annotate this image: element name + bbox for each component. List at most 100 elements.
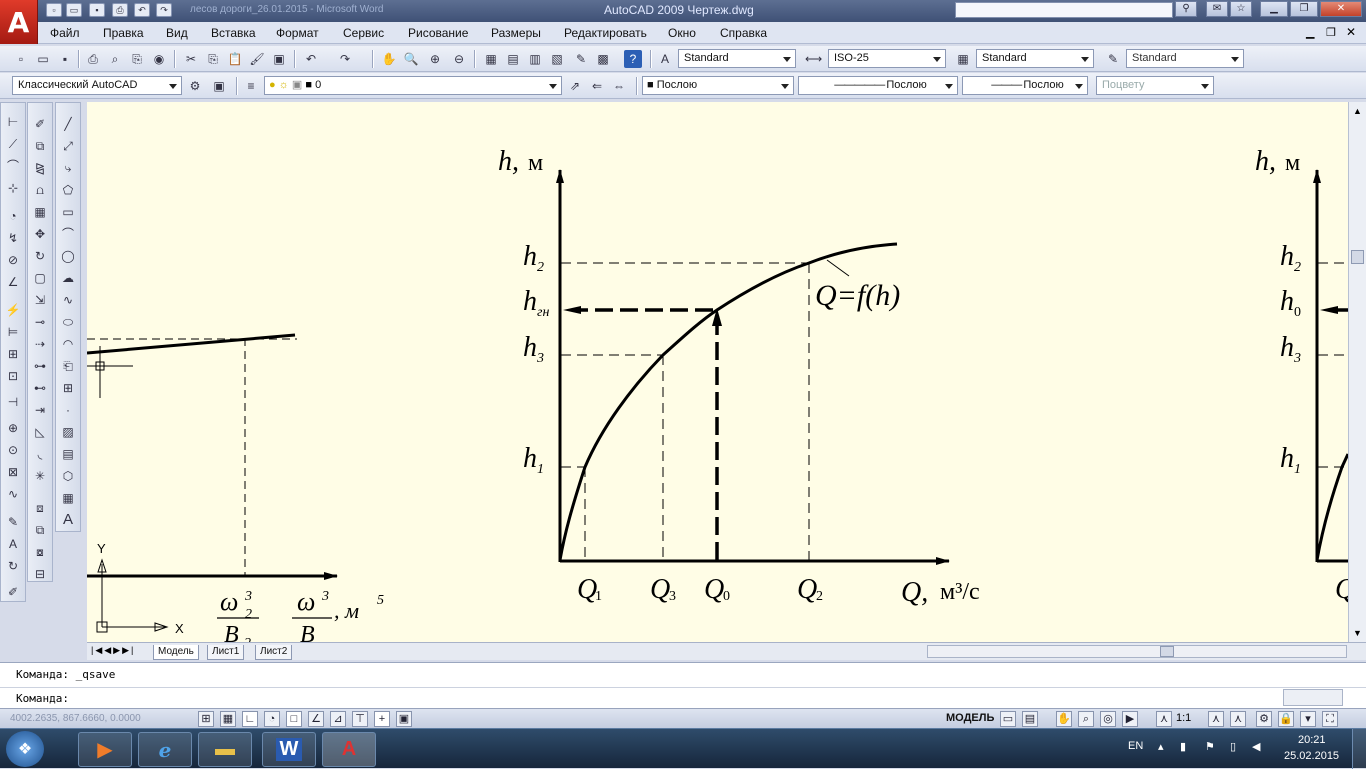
grid-toggle[interactable]: ▦ [220,711,236,727]
bring-front-icon[interactable]: ⧉ [31,521,49,539]
internet-explorer-task[interactable]: e [138,732,192,767]
make-current-layer-icon[interactable]: ⇗ [566,77,584,95]
ordinate-dim-icon[interactable]: ⊹ [4,179,22,197]
layer-previous-icon[interactable]: ⇐ [588,77,606,95]
ellipse-icon[interactable]: ⬭ [59,313,77,331]
polygon-icon[interactable]: ⬠ [59,181,77,199]
lineweight-select[interactable]: ——— Послою [962,76,1088,95]
tab-model[interactable]: Модель [153,645,199,660]
extend-icon[interactable]: ⇢ [31,335,49,353]
match-properties-icon[interactable]: 🖌 [248,50,266,68]
menu-modify[interactable]: Редактировать [564,26,647,40]
dim-break-icon[interactable]: ⊣ [4,393,22,411]
polyline-icon[interactable]: ⤷ [59,159,77,177]
application-menu-button[interactable]: A [0,0,38,44]
quick-view-layouts-icon[interactable]: ▭ [1000,711,1016,727]
insert-block-icon[interactable]: ⎗ [59,357,77,375]
line-icon[interactable]: ╱ [59,115,77,133]
pan-icon[interactable]: ✋ [380,50,398,68]
mirror-icon[interactable]: ⧎ [31,159,49,177]
infocenter-search-input[interactable] [955,2,1173,18]
vertical-scroll-thumb[interactable] [1351,250,1364,264]
tool-palettes-icon[interactable]: ▥ [526,50,544,68]
jogged-dim-icon[interactable]: ↯ [4,229,22,247]
make-block-icon[interactable]: ⊞ [59,379,77,397]
menu-dimension[interactable]: Размеры [491,26,541,40]
polar-toggle[interactable]: ◔ [264,711,280,727]
zoom-status-icon[interactable]: ⌕ [1078,711,1094,727]
showmotion-icon[interactable]: ▶ [1122,711,1138,727]
language-indicator[interactable]: EN [1128,740,1143,752]
quick-dim-icon[interactable]: ⚡ [4,301,22,319]
drawing-canvas[interactable]: Y X ω 3 2 B 2 ω 3 B , м 5 h, м Q, м³/с [87,102,1348,642]
markup-icon[interactable]: ✎ [572,50,590,68]
offset-icon[interactable]: ⩍ [31,181,49,199]
favorites-star-icon[interactable]: ☆ [1230,1,1252,17]
inspection-icon[interactable]: ⊠ [4,463,22,481]
help-icon[interactable]: ? [624,50,642,68]
radius-dim-icon[interactable]: ◔ [4,207,22,225]
dim-edit-icon[interactable]: ✎ [4,513,22,531]
command-input[interactable] [84,689,1280,706]
design-center-icon[interactable]: ▤ [504,50,522,68]
text-style-icon[interactable]: A [656,50,674,68]
table-icon[interactable]: ▦ [59,489,77,507]
network-icon[interactable]: ▮ [1180,740,1186,753]
linear-dim-icon[interactable]: ⊢ [4,113,22,131]
status-tray-icon[interactable]: ▾ [1300,711,1316,727]
space-indicator[interactable]: МОДЕЛЬ [946,712,994,724]
quickcalc-icon[interactable]: ▩ [594,50,612,68]
tab-layout2[interactable]: Лист2 [255,645,293,660]
rotate-icon[interactable]: ↻ [31,247,49,265]
menu-window[interactable]: Окно [668,26,696,40]
zoom-window-icon[interactable]: ⊕ [426,50,444,68]
plot-icon[interactable]: ⎙ [84,50,102,68]
show-desktop-button[interactable] [1352,729,1366,769]
redo-toolbar-icon[interactable]: ↷ [336,50,354,68]
start-button[interactable]: ❖ [6,731,44,767]
ellipse-arc-icon[interactable]: ◠ [59,335,77,353]
annotation-scale-value[interactable]: 1:1 [1176,712,1191,724]
sheet-set-icon[interactable]: ▧ [548,50,566,68]
dyn-toggle[interactable]: ⊤ [352,711,368,727]
command-scrollbar[interactable] [1283,689,1343,706]
battery-icon[interactable]: ▯ [1230,740,1236,753]
doc-restore-icon[interactable]: ❐ [1326,26,1336,39]
dim-style-manager-icon[interactable]: ✐ [4,583,22,601]
minimize-button[interactable]: ▁ [1260,1,1288,17]
redo-icon[interactable]: ↷ [156,3,172,17]
dim-update-icon[interactable]: ↻ [4,557,22,575]
point-icon[interactable]: · [59,401,77,419]
ortho-toggle[interactable]: ∟ [242,711,258,727]
doc-minimize-icon[interactable]: ▁ [1306,26,1314,39]
xline-icon[interactable]: ⤢ [59,137,77,155]
qnew-icon[interactable]: ▫ [12,50,30,68]
text-style-select[interactable]: Standard [678,49,796,68]
array-icon[interactable]: ▦ [31,203,49,221]
break-at-point-icon[interactable]: ⊶ [31,357,49,375]
diameter-dim-icon[interactable]: ⊘ [4,251,22,269]
clean-screen-icon[interactable]: ⛶ [1322,711,1338,727]
annotation-visibility-icon[interactable]: ⋏ [1208,711,1224,727]
linetype-select[interactable]: ————— Послою [798,76,958,95]
copy-icon[interactable]: ⎘ [204,50,222,68]
send-back-icon[interactable]: ⧇ [31,543,49,561]
plotstyle-select[interactable]: Поцвету [1096,76,1214,95]
explorer-task[interactable]: ▬ [198,732,252,767]
horizontal-scrollbar[interactable] [927,645,1347,658]
menu-format[interactable]: Формат [276,26,319,40]
flag-icon[interactable]: ⚑ [1205,740,1215,753]
scroll-up-icon[interactable]: ▲ [1353,106,1362,116]
dim-text-edit-icon[interactable]: A [4,535,22,553]
tab-layout1[interactable]: Лист1 [207,645,245,660]
layer-state-icon[interactable]: ⇔ [610,77,628,95]
workspace-switch-icon[interactable]: ⚙ [1256,711,1272,727]
center-mark-icon[interactable]: ⊙ [4,441,22,459]
erase-icon[interactable]: ✐ [31,115,49,133]
menu-view[interactable]: Вид [166,26,188,40]
otrack-toggle[interactable]: ∠ [308,711,324,727]
layer-manager-icon[interactable]: ≡ [242,77,260,95]
continue-dim-icon[interactable]: ⊞ [4,345,22,363]
volume-icon[interactable]: ◀ [1252,740,1260,753]
clock-time[interactable]: 20:21 [1298,734,1326,746]
